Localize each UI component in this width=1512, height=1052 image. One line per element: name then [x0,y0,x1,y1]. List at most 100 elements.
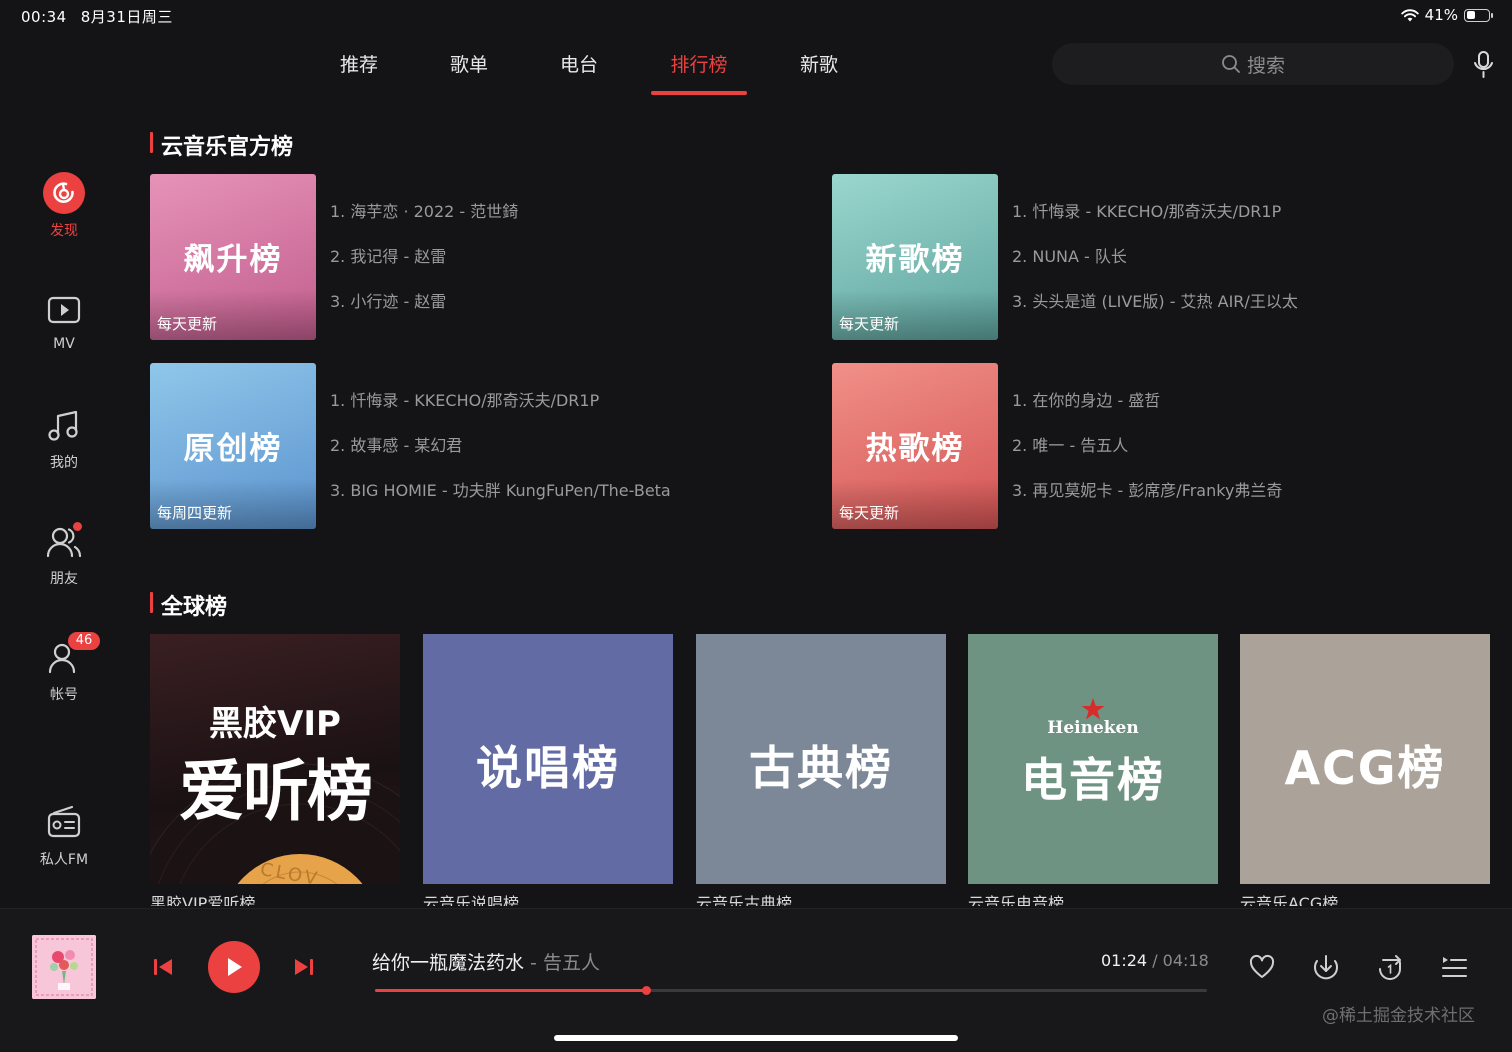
global-chart-cover-name: ACG榜 [1284,741,1446,795]
global-chart-classical[interactable]: 古典榜 [696,634,946,884]
voice-search-icon[interactable] [1470,50,1498,80]
tab-recommend[interactable]: 推荐 [340,50,378,77]
sidebar-item-label: 发现 [50,223,78,239]
chart-card-soaring[interactable]: 飙升榜 每天更新 [150,174,316,340]
sidebar-item-discover[interactable]: 发现 [0,172,128,240]
global-chart-cover-name: 古典榜 [749,741,893,795]
flower-bouquet-icon [32,935,96,999]
now-playing: 给你一瓶魔法药水 - 告五人 [372,948,600,975]
repeat-one-icon[interactable] [1375,952,1405,982]
tab-radio[interactable]: 电台 [560,50,598,77]
chart-track-list: 1. 忏悔录 - KKECHO/那奇沃夫/DR1P 2. 故事感 - 某幻君 3… [330,391,671,526]
sidebar-item-label: MV [53,336,75,352]
artist-separator: - [524,952,543,974]
chart-card-original[interactable]: 原创榜 每周四更新 [150,363,316,529]
play-button[interactable] [208,941,260,993]
total-time: 04:18 [1162,951,1209,970]
global-charts-title: 全球榜 [150,589,227,621]
heineken-logo: Heineken [1047,718,1139,738]
progress-fill [375,989,647,992]
track-item[interactable]: 2. 故事感 - 某幻君 [330,436,671,481]
chart-card-update: 每周四更新 [157,504,233,522]
global-chart-cover-name: 电音榜 [1021,753,1165,807]
battery-fill [1466,11,1475,19]
chart-card-update: 每天更新 [157,315,218,333]
sidebar-item-fm[interactable]: 私人FM [0,801,128,869]
netease-logo-icon [43,172,85,214]
search-icon [1222,55,1240,73]
song-artist: 告五人 [542,952,600,974]
track-item[interactable]: 1. 忏悔录 - KKECHO/那奇沃夫/DR1P [330,391,671,436]
progress-bar[interactable] [375,986,1207,995]
global-chart-label: 黑胶VIP爱听榜 [150,894,256,906]
chart-card-hot[interactable]: 热歌榜 每天更新 [832,363,998,529]
battery-percent: 41% [1424,6,1458,24]
sidebar-item-account[interactable]: 46 帐号 [0,632,128,704]
chart-card-name: 新歌榜 [865,242,965,278]
track-item[interactable]: 1. 忏悔录 - KKECHO/那奇沃夫/DR1P [1012,202,1298,247]
global-chart-label: 云音乐古典榜 [696,894,793,906]
album-cover[interactable] [32,935,96,999]
player-bar: 给你一瓶魔法药水 - 告五人 01:24 / 04:18 @稀土掘金技术社区 [0,908,1512,1052]
battery-icon [1464,8,1493,22]
heart-icon[interactable] [1248,953,1276,981]
star-icon [1081,698,1105,720]
search-placeholder: 搜索 [1246,54,1285,77]
sidebar-item-label: 私人FM [39,852,89,868]
playlist-icon[interactable] [1440,953,1468,981]
track-item[interactable]: 3. 再见莫妮卡 - 彭席彦/Franky弗兰奇 [1012,481,1282,526]
chart-card-name: 原创榜 [183,431,283,467]
video-icon [47,296,81,324]
vip-cover-name: 爱听榜 [179,753,373,830]
music-note-icon [48,410,78,441]
previous-track-icon[interactable] [152,957,174,977]
global-chart-cover-name: 说唱榜 [476,741,620,795]
global-chart-acg[interactable]: ACG榜 [1240,634,1490,884]
home-indicator[interactable] [554,1035,958,1041]
song-title: 给你一瓶魔法药水 [372,952,525,974]
play-icon [228,958,242,976]
sidebar-item-friends[interactable]: 朋友 [0,520,128,588]
global-chart-label: 云音乐说唱榜 [423,894,520,906]
tab-playlists[interactable]: 歌单 [450,50,488,77]
global-chart-label: 云音乐ACG榜 [1240,894,1339,906]
next-track-icon[interactable] [293,957,315,977]
global-chart-rap[interactable]: 说唱榜 [423,634,673,884]
search-input[interactable]: 搜索 [1052,43,1454,85]
global-chart-edm[interactable]: Heineken 电音榜 [968,634,1218,884]
time-separator: / [1147,951,1163,970]
track-item[interactable]: 1. 海芋恋 · 2022 - 范世錡 [330,202,518,247]
chart-track-list: 1. 海芋恋 · 2022 - 范世錡 2. 我记得 - 赵雷 3. 小行迹 -… [330,202,518,337]
sidebar-item-label: 朋友 [50,571,78,587]
track-item[interactable]: 3. BIG HOMIE - 功夫胖 KungFuPen/The-Beta [330,481,671,526]
sidebar-item-mine[interactable]: 我的 [0,404,128,472]
track-item[interactable]: 2. 唯一 - 告五人 [1012,436,1282,481]
account-badge: 46 [68,632,100,650]
chart-track-list: 1. 忏悔录 - KKECHO/那奇沃夫/DR1P 2. NUNA - 队长 3… [1012,202,1298,337]
chart-card-name: 热歌榜 [865,431,965,467]
notification-dot [73,522,82,531]
track-item[interactable]: 2. 我记得 - 赵雷 [330,247,518,292]
radio-icon [47,805,81,838]
tab-new-songs[interactable]: 新歌 [800,50,838,77]
progress-handle[interactable] [642,986,652,995]
wifi-icon [1400,8,1419,21]
tab-charts[interactable]: 排行榜 [670,50,727,77]
track-item[interactable]: 3. 头头是道 (LIVE版) - 艾热 AIR/王以太 [1012,292,1298,337]
download-icon[interactable] [1311,952,1341,982]
chart-card-update: 每天更新 [839,504,900,522]
watermark: @稀土掘金技术社区 [1322,1006,1475,1026]
sidebar-item-mv[interactable]: MV [0,288,128,352]
track-item[interactable]: 3. 小行迹 - 赵雷 [330,292,518,337]
chart-track-list: 1. 在你的身边 - 盛哲 2. 唯一 - 告五人 3. 再见莫妮卡 - 彭席彦… [1012,391,1282,526]
playback-time: 01:24 / 04:18 [1101,951,1209,970]
global-chart-vip[interactable]: 黑胶VIP 爱听榜 CLOV [150,634,400,884]
track-item[interactable]: 2. NUNA - 队长 [1012,247,1298,292]
sidebar-item-label: 帐号 [50,687,78,703]
track-item[interactable]: 1. 在你的身边 - 盛哲 [1012,391,1282,436]
chart-card-new-songs[interactable]: 新歌榜 每天更新 [832,174,998,340]
official-charts-title: 云音乐官方榜 [150,129,293,161]
status-bar: 00:34 8月31日周三 41% [0,0,1512,32]
active-tab-indicator [651,91,747,95]
date: 8月31日周三 [80,8,173,26]
